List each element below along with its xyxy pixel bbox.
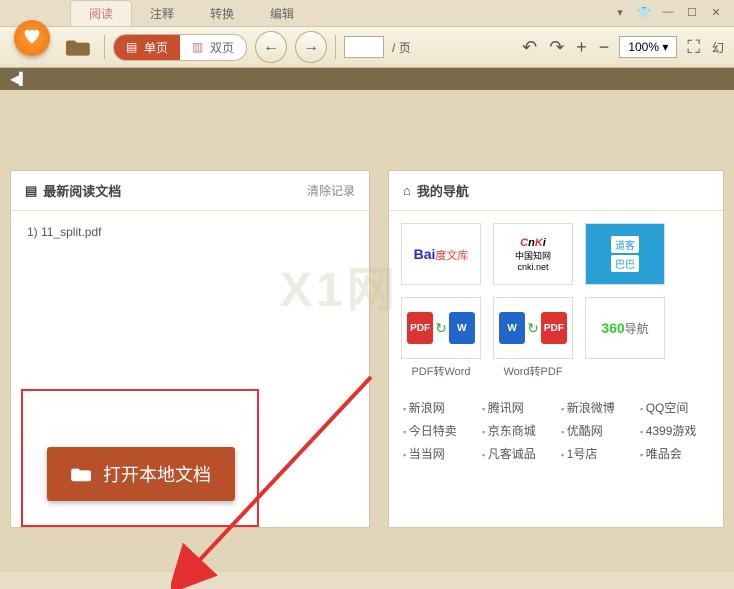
- navigation-panel: ⌂ 我的导航 Bai度文库 CCnkinKi中国知网cnki.net 道客巴巴: [388, 170, 724, 528]
- sub-toolbar: ◀▍: [0, 68, 734, 90]
- home-icon: ⌂: [403, 183, 411, 198]
- file-item[interactable]: 1) 11_split.pdf: [27, 221, 353, 243]
- skin-icon[interactable]: 👕: [634, 4, 654, 20]
- page-number-input[interactable]: [344, 36, 384, 58]
- tab-edit[interactable]: 编辑: [252, 1, 312, 26]
- link-item[interactable]: QQ空间: [640, 399, 709, 416]
- recent-files-panel: ▤ 最新阅读文档 清除记录 1) 11_split.pdf 打开本地文档: [10, 170, 370, 528]
- zoom-in-icon[interactable]: +: [574, 37, 589, 58]
- file-list: 1) 11_split.pdf: [11, 211, 369, 253]
- nav-card-daoke[interactable]: 道客巴巴: [585, 223, 665, 285]
- clear-history-button[interactable]: 清除记录: [307, 182, 355, 199]
- link-item[interactable]: 腾讯网: [482, 399, 551, 416]
- slideshow-icon[interactable]: 幻: [710, 39, 726, 56]
- zoom-level[interactable]: 100% ▾: [619, 36, 677, 58]
- link-item[interactable]: 4399游戏: [640, 422, 709, 439]
- back-icon[interactable]: ◀▍: [10, 72, 28, 86]
- folder-icon: [71, 465, 93, 483]
- double-page-icon: ▥: [192, 40, 206, 54]
- link-item[interactable]: 唯品会: [640, 445, 709, 462]
- maximize-icon[interactable]: ☐: [682, 4, 702, 20]
- document-icon: ▤: [25, 183, 37, 199]
- link-item[interactable]: 凡客诚品: [482, 445, 551, 462]
- double-page-label: 双页: [210, 39, 234, 56]
- word2pdf-label: Word转PDF: [503, 363, 562, 379]
- app-logo[interactable]: [14, 20, 50, 56]
- link-item[interactable]: 优酷网: [561, 422, 630, 439]
- prev-page-button[interactable]: ←: [255, 31, 287, 63]
- link-item[interactable]: 今日特卖: [403, 422, 472, 439]
- open-folder-icon[interactable]: [66, 34, 96, 60]
- tab-convert[interactable]: 转换: [192, 1, 252, 26]
- open-local-file-button[interactable]: 打开本地文档: [47, 447, 235, 501]
- pdf2word-label: PDF转Word: [411, 363, 470, 379]
- rotate-ccw-icon[interactable]: ↶: [520, 37, 539, 58]
- layout-toggle: ▤ 单页 ▥ 双页: [113, 34, 247, 61]
- nav-card-word2pdf[interactable]: W↻PDF: [493, 297, 573, 359]
- tab-read[interactable]: 阅读: [70, 0, 132, 26]
- next-page-button[interactable]: →: [295, 31, 327, 63]
- single-page-button[interactable]: ▤ 单页: [114, 35, 180, 60]
- content-area: ▤ 最新阅读文档 清除记录 1) 11_split.pdf 打开本地文档 ⌂ 我…: [0, 90, 734, 572]
- toolbar: ▤ 单页 ▥ 双页 ← → / 页 ↶ ↷ + − 100% ▾ ⛶ 幻: [0, 26, 734, 68]
- recent-files-title: ▤ 最新阅读文档: [25, 181, 121, 200]
- link-item[interactable]: 1号店: [561, 445, 630, 462]
- link-item[interactable]: 新浪微博: [561, 399, 630, 416]
- dropdown-icon[interactable]: ▾: [610, 4, 630, 20]
- link-item[interactable]: 京东商城: [482, 422, 551, 439]
- double-page-button[interactable]: ▥ 双页: [180, 35, 246, 60]
- fullscreen-icon[interactable]: ⛶: [685, 37, 702, 58]
- quick-links: 新浪网 腾讯网 新浪微博 QQ空间 今日特卖 京东商城 优酷网 4399游戏 当…: [389, 391, 723, 470]
- nav-card-cnki[interactable]: CCnkinKi中国知网cnki.net: [493, 223, 573, 285]
- nav-card-360[interactable]: 360导航: [585, 297, 665, 359]
- single-page-icon: ▤: [126, 40, 140, 54]
- nav-card-baidu[interactable]: Bai度文库: [401, 223, 481, 285]
- zoom-out-icon[interactable]: −: [597, 37, 612, 58]
- close-icon[interactable]: ✕: [706, 4, 726, 20]
- minimize-icon[interactable]: —: [658, 4, 678, 20]
- tab-annotate[interactable]: 注释: [132, 1, 192, 26]
- page-suffix-label: / 页: [392, 39, 411, 56]
- link-item[interactable]: 新浪网: [403, 399, 472, 416]
- link-item[interactable]: 当当网: [403, 445, 472, 462]
- open-button-label: 打开本地文档: [103, 461, 211, 487]
- navigation-title: ⌂ 我的导航: [403, 181, 469, 200]
- rotate-cw-icon[interactable]: ↷: [547, 37, 566, 58]
- single-page-label: 单页: [144, 39, 168, 56]
- nav-card-pdf2word[interactable]: PDF↻W: [401, 297, 481, 359]
- nav-grid: Bai度文库 CCnkinKi中国知网cnki.net 道客巴巴 PDF↻W P…: [389, 211, 723, 391]
